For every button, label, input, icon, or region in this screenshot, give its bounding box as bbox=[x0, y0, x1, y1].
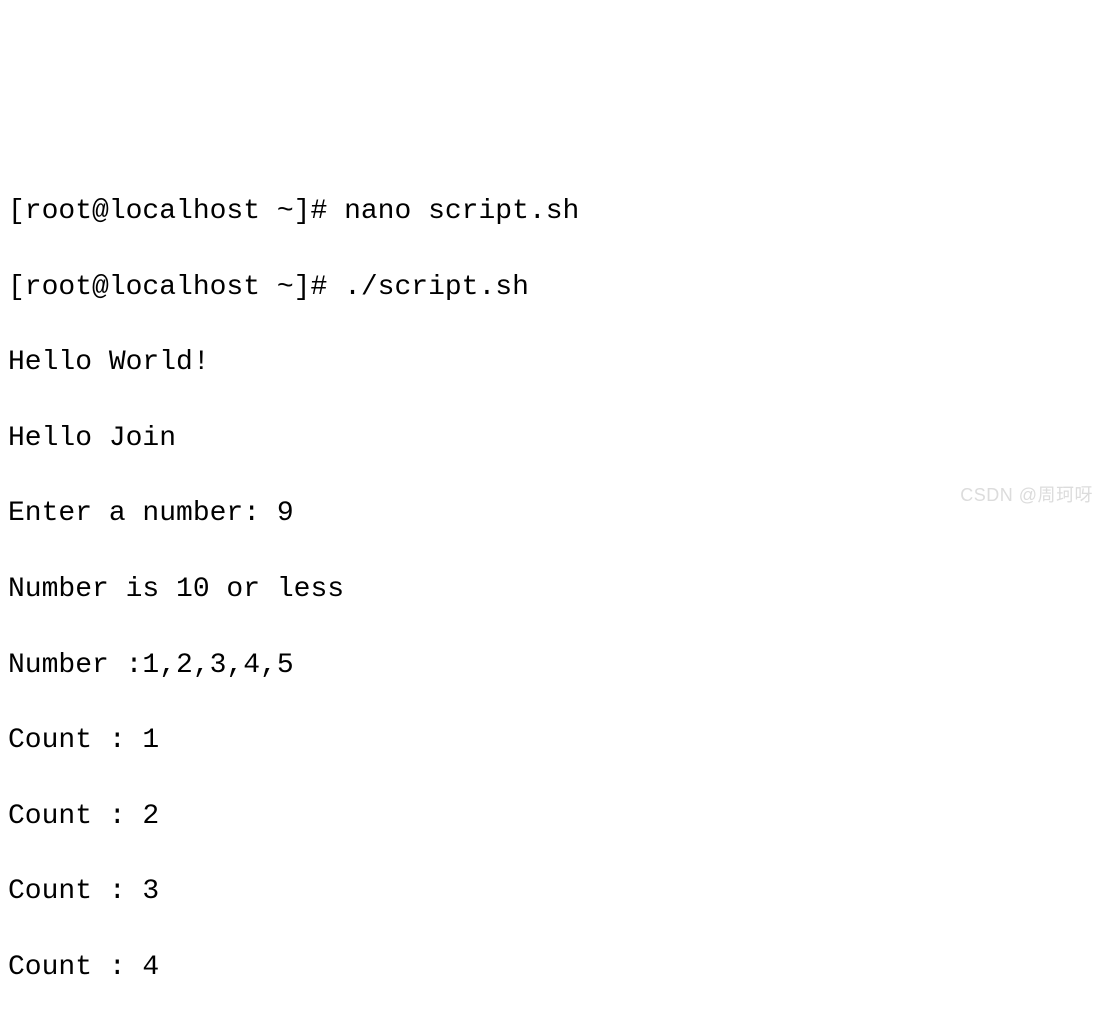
terminal-output[interactable]: [root@localhost ~]# nano script.sh [root… bbox=[8, 155, 1099, 1030]
shell-command: nano script.sh bbox=[344, 196, 579, 227]
output-line: Hello Join bbox=[8, 420, 1099, 458]
output-line: Count : 3 bbox=[8, 873, 1099, 911]
output-line: Count : 1 bbox=[8, 722, 1099, 760]
shell-command: ./script.sh bbox=[344, 272, 529, 303]
output-line: Enter a number: 9 bbox=[8, 495, 1099, 533]
output-line: Count : 5 bbox=[8, 1025, 1099, 1030]
output-line: Number :1,2,3,4,5 bbox=[8, 647, 1099, 685]
output-line: Count : 2 bbox=[8, 798, 1099, 836]
output-line: Number is 10 or less bbox=[8, 571, 1099, 609]
output-line: Count : 4 bbox=[8, 949, 1099, 987]
output-line: Hello World! bbox=[8, 344, 1099, 382]
shell-prompt: [root@localhost ~]# bbox=[8, 272, 344, 303]
shell-prompt: [root@localhost ~]# bbox=[8, 196, 344, 227]
terminal-line: [root@localhost ~]# ./script.sh bbox=[8, 269, 1099, 307]
watermark-text: CSDN @周珂呀 bbox=[960, 483, 1093, 507]
terminal-line: [root@localhost ~]# nano script.sh bbox=[8, 193, 1099, 231]
